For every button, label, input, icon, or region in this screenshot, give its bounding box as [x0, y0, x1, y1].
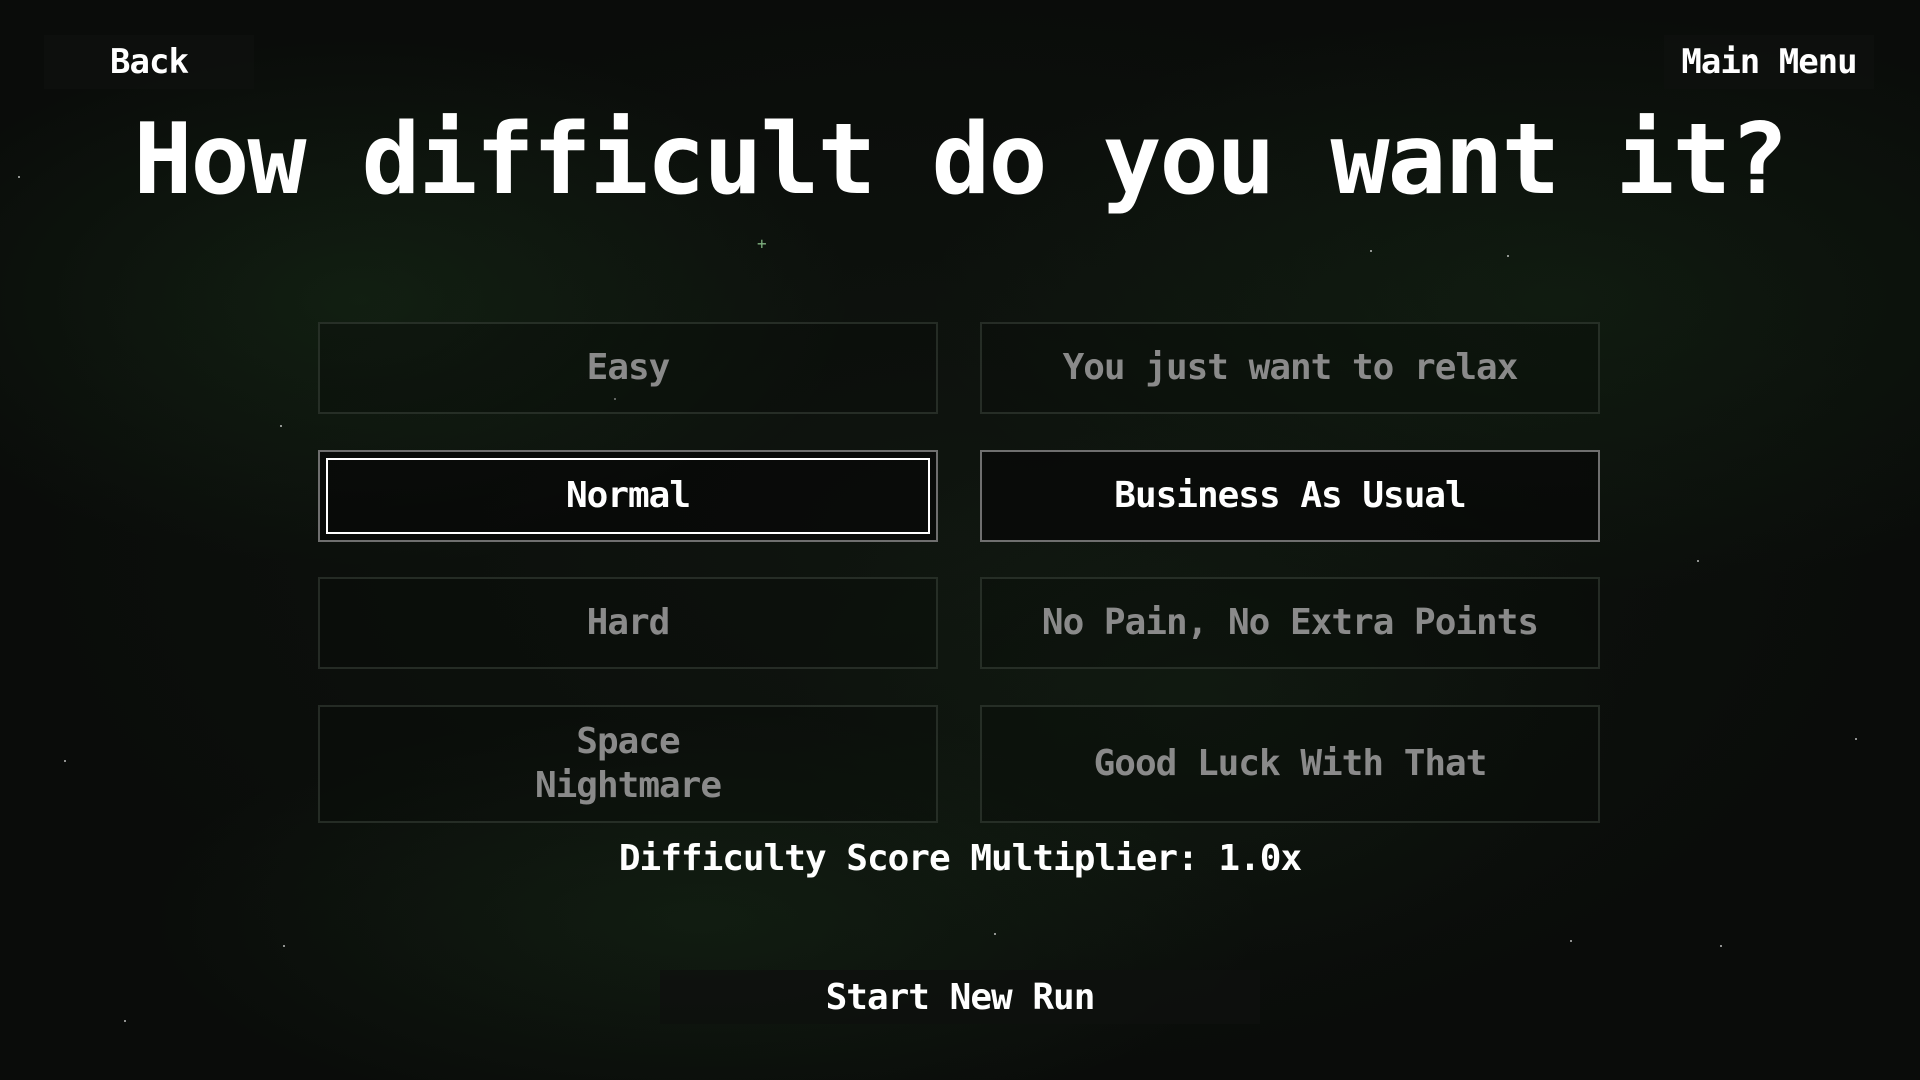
star — [283, 945, 285, 947]
difficulty-label: Hard — [586, 602, 671, 643]
main-menu-button[interactable]: Main Menu — [1664, 35, 1874, 89]
difficulty-option-easy[interactable]: Easy — [318, 322, 938, 414]
difficulty-label: Normal — [565, 475, 691, 516]
star — [1507, 255, 1509, 257]
difficulty-description-hard[interactable]: No Pain, No Extra Points — [980, 577, 1600, 669]
difficulty-description: Good Luck With That — [1093, 743, 1488, 784]
score-multiplier-text: Difficulty Score Multiplier: 1.0x — [618, 838, 1302, 879]
star — [1697, 560, 1699, 562]
star — [1720, 945, 1722, 947]
star — [64, 760, 66, 762]
star — [1570, 940, 1572, 942]
page-title: How difficult do you want it? — [133, 103, 1788, 217]
difficulty-description: You just want to relax — [1062, 347, 1519, 388]
start-new-run-button[interactable]: Start New Run — [660, 970, 1260, 1024]
star — [1855, 738, 1857, 740]
back-button[interactable]: Back — [44, 35, 254, 89]
star — [1370, 250, 1372, 252]
crosshair-icon: + — [757, 234, 767, 253]
difficulty-description: No Pain, No Extra Points — [1041, 602, 1539, 643]
difficulty-description-normal[interactable]: Business As Usual — [980, 450, 1600, 542]
difficulty-description: Business As Usual — [1114, 475, 1466, 516]
star — [124, 1020, 126, 1022]
difficulty-option-normal[interactable]: Normal — [318, 450, 938, 542]
difficulty-option-space-nightmare[interactable]: Space Nightmare — [318, 705, 938, 823]
difficulty-label: Space Nightmare — [534, 721, 722, 806]
star — [280, 425, 282, 427]
difficulty-option-hard[interactable]: Hard — [318, 577, 938, 669]
difficulty-description-easy[interactable]: You just want to relax — [980, 322, 1600, 414]
difficulty-description-space-nightmare[interactable]: Good Luck With That — [980, 705, 1600, 823]
difficulty-label: Easy — [586, 347, 671, 388]
star — [994, 933, 996, 935]
